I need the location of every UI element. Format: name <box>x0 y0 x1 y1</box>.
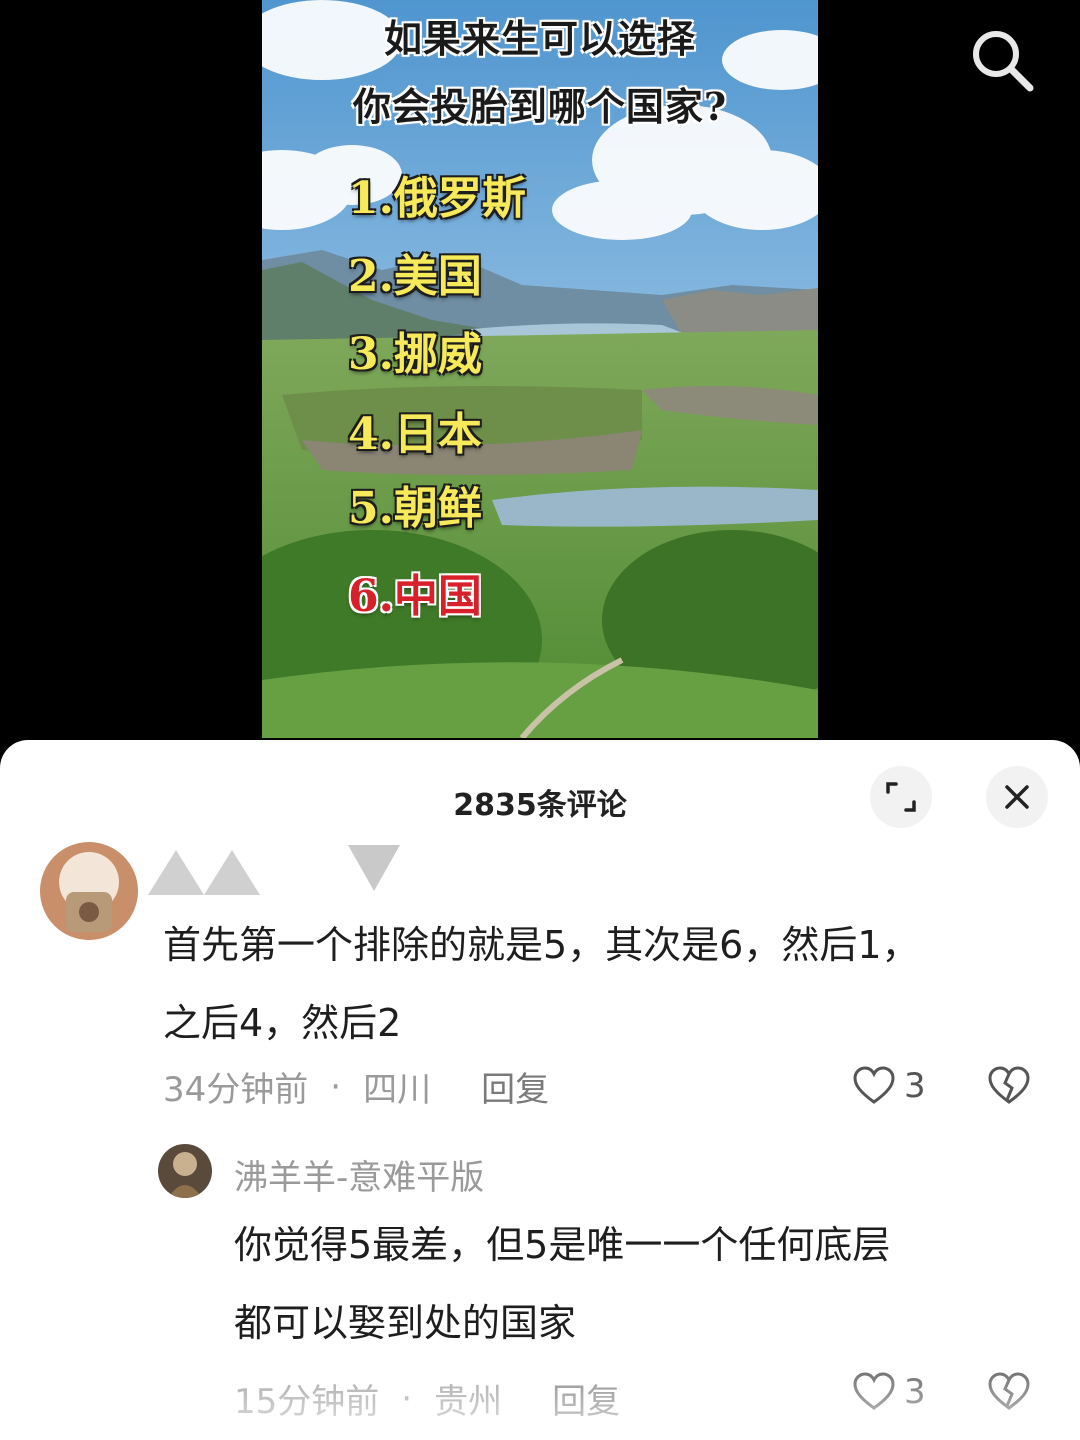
comment-text: 首先第一个排除的就是5，其次是6，然后1， 之后4，然后2 <box>163 906 1043 1062</box>
comment-location: 四川 <box>363 1070 432 1110</box>
reply-button[interactable]: 回复 <box>552 1374 620 1423</box>
option-3: 3.挪威 <box>348 329 482 380</box>
poster-title-line1: 如果来生可以选择 <box>383 16 696 61</box>
reply-text-line: 你觉得5最差，但5是唯一一个任何底层 <box>234 1223 891 1267</box>
reply-button[interactable]: 回复 <box>481 1062 549 1111</box>
reply-avatar[interactable] <box>158 1144 212 1198</box>
reply-time: 15分钟前 <box>234 1382 380 1422</box>
separator-dot: · <box>401 1378 413 1419</box>
like-button[interactable]: 3 <box>852 1066 926 1106</box>
reply-username[interactable]: 沸羊羊-意难平版 <box>234 1150 484 1199</box>
reply-meta: 15分钟前 · 贵州 回复 <box>234 1374 620 1423</box>
expand-button[interactable] <box>870 766 932 828</box>
heart-icon <box>853 1372 895 1410</box>
broken-heart-icon <box>988 1066 1030 1104</box>
separator-dot: · <box>330 1066 342 1107</box>
search-icon <box>973 31 1034 92</box>
option-5: 5.朝鲜 <box>348 483 482 534</box>
reply-dislike-button[interactable] <box>986 1372 1032 1416</box>
heart-icon <box>853 1066 895 1104</box>
option-6: 6.中国 <box>348 571 482 622</box>
avatar[interactable] <box>40 842 138 940</box>
close-button[interactable] <box>986 766 1048 828</box>
expand-icon <box>886 782 916 812</box>
search-button[interactable] <box>966 24 1038 96</box>
comment-time: 34分钟前 <box>163 1070 309 1110</box>
comments-panel: 2835条评论 首先第一个排除的就是5，其次是6，然后1， 之后4，然后2 34… <box>0 740 1080 1440</box>
reply-like-button[interactable]: 3 <box>852 1372 926 1412</box>
reply-text: 你觉得5最差，但5是唯一一个任何底层 都可以娶到处的国家 <box>234 1206 1034 1362</box>
reply-location: 贵州 <box>434 1382 503 1422</box>
comment-text-line: 之后4，然后2 <box>163 1001 402 1045</box>
video-poster-image: 如果来生可以选择 你会投胎到哪个国家? 1.俄罗斯 2.美国 3.挪威 4.日本… <box>262 0 818 738</box>
comment-text-line: 首先第一个排除的就是5，其次是6，然后1， <box>163 923 920 967</box>
like-count: 3 <box>904 1066 926 1106</box>
username-redacted <box>148 845 400 895</box>
broken-heart-icon <box>988 1372 1030 1410</box>
comment-meta: 34分钟前 · 四川 回复 <box>163 1062 549 1111</box>
reply-text-line: 都可以娶到处的国家 <box>234 1301 577 1345</box>
poster-title-line2: 你会投胎到哪个国家? <box>352 84 728 129</box>
dislike-button[interactable] <box>986 1066 1032 1110</box>
reply-like-count: 3 <box>904 1372 926 1412</box>
close-icon <box>1005 785 1029 809</box>
option-4: 4.日本 <box>348 409 482 460</box>
option-2: 2.美国 <box>348 251 482 302</box>
option-1: 1.俄罗斯 <box>348 173 526 224</box>
video-player[interactable]: 如果来生可以选择 你会投胎到哪个国家? 1.俄罗斯 2.美国 3.挪威 4.日本… <box>0 0 1080 760</box>
